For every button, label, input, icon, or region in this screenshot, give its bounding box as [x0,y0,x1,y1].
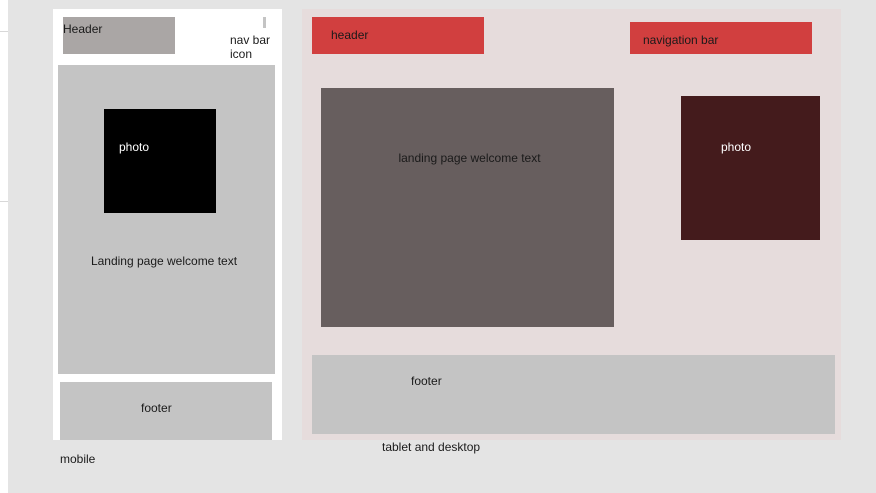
mobile-header-label: Header [63,22,103,36]
desktop-photo-label: photo [720,140,752,154]
mobile-footer-label: footer [141,401,172,415]
mobile-photo-label: photo [119,140,150,154]
desktop-header-label: header [331,28,369,42]
desktop-nav-bar-label: navigation bar [643,33,719,47]
desktop-photo-box [681,96,820,240]
edge-divider [0,31,8,32]
desktop-footer-label: footer [411,374,442,388]
nav-bar-icon-label: nav bar icon [230,33,271,61]
mobile-photo-box [104,109,216,213]
desktop-caption: tablet and desktop [382,440,481,454]
mobile-caption: mobile [60,452,96,466]
desktop-welcome-box [321,88,614,327]
edge-divider [0,201,8,202]
nav-bar-icon-mark [263,17,266,28]
mobile-welcome-label: Landing page welcome text [90,254,238,268]
desktop-welcome-label: landing page welcome text [398,151,541,165]
desktop-footer-box [312,355,835,434]
